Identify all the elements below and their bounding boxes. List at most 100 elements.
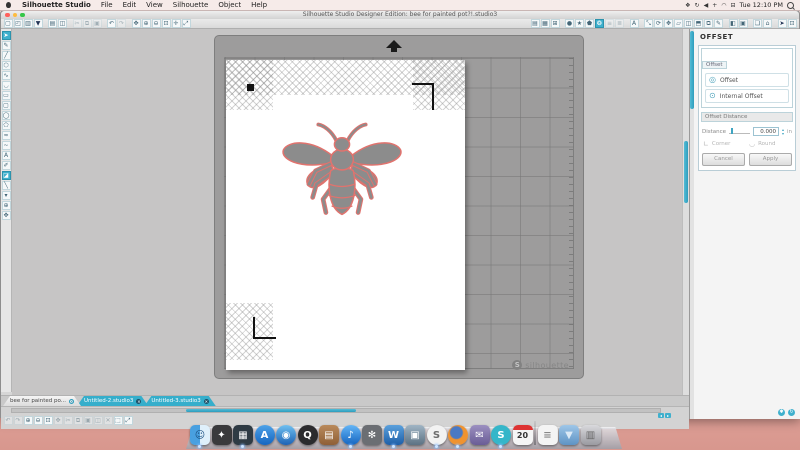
dock-firefox-icon[interactable] (448, 425, 468, 448)
arc-tool-icon[interactable]: ◡ (1, 81, 11, 90)
offset-icon[interactable]: ❂ (595, 19, 604, 28)
horizontal-scrollbar-thumb[interactable] (186, 409, 356, 412)
dock-mission-control-icon[interactable]: ▦ (233, 425, 253, 448)
menu-silhouette-studio[interactable]: Silhouette Studio (17, 1, 96, 9)
panel-scrollbar[interactable] (690, 29, 694, 419)
registration-marks-icon[interactable]: ⊞ (550, 19, 560, 28)
display-settings-icon[interactable]: ⊡ (787, 19, 797, 28)
menu-edit[interactable]: Edit (118, 1, 142, 9)
knife-tool-icon[interactable]: ╲ (1, 181, 11, 190)
vertical-scrollbar[interactable] (682, 29, 689, 406)
move-icon[interactable]: ✥ (664, 19, 673, 28)
bee-design[interactable] (271, 116, 413, 239)
dock-contacts-icon[interactable]: ▤ (319, 425, 339, 445)
distance-stepper[interactable]: ▴ ▾ (782, 127, 784, 136)
dock-trash-icon[interactable]: ▥ (580, 425, 601, 445)
wifi-menulet-icon[interactable]: ◠ (721, 2, 726, 9)
dock-downloads-folder-icon[interactable]: ▼ (559, 425, 579, 445)
dock-finder-icon[interactable]: ☺ (190, 425, 210, 448)
menu-clock[interactable]: Tue 12:10 PM (740, 1, 784, 9)
dock-launchpad-icon[interactable]: ✦ (211, 425, 232, 445)
edit-points-tool-icon[interactable]: ✎ (1, 41, 11, 50)
panel-settings-icon[interactable]: ✱ (778, 409, 785, 416)
text-style-icon[interactable]: A (629, 19, 639, 28)
horizontal-scrollbar[interactable] (11, 408, 661, 413)
tab-bee-document[interactable]: bee for painted po... ✕ (3, 396, 81, 406)
library-panel-icon[interactable]: ❏ (753, 19, 762, 28)
dock-app-store-icon[interactable]: A (254, 425, 275, 445)
smooth-freehand-tool-icon[interactable]: ~ (1, 141, 11, 150)
design-canvas[interactable]: S silhouette (12, 29, 682, 395)
dock-divider[interactable] (534, 421, 536, 445)
pan-tool-icon[interactable]: ✥ (1, 211, 11, 220)
drag-icon[interactable]: ✥ (131, 19, 141, 28)
pick-color-tool-icon[interactable]: ▾ (1, 191, 11, 200)
distance-slider[interactable] (729, 128, 750, 135)
menu-help[interactable]: Help (246, 1, 272, 9)
dock-calendar-icon[interactable]: 20 (512, 425, 533, 445)
line-color-icon[interactable]: ★ (575, 19, 584, 28)
object-on-path-icon[interactable]: ✎ (714, 19, 723, 28)
sketch-pens-icon[interactable]: ⬟ (585, 19, 594, 28)
note-tool-icon[interactable]: ✐ (1, 161, 11, 170)
fit-to-page-icon[interactable]: ⤢ (181, 19, 191, 28)
weld-icon[interactable]: ◫ (684, 19, 693, 28)
dock-itunes-icon[interactable]: ♪ (340, 425, 361, 448)
rotate-icon[interactable]: ⟳ (654, 19, 663, 28)
panel-scrollbar-thumb[interactable] (690, 31, 694, 109)
panel-refresh-icon[interactable]: ↻ (788, 409, 795, 416)
volume-menulet-icon[interactable]: ◀ (704, 2, 709, 9)
paste-icon[interactable]: ▣ (92, 19, 102, 28)
zoom-out-icon[interactable]: ⊖ (151, 19, 161, 28)
shadow-icon[interactable]: ≡ (605, 19, 614, 28)
rounded-rectangle-tool-icon[interactable]: ▢ (1, 101, 11, 110)
apple-menu-icon[interactable] (6, 2, 11, 8)
offset-option[interactable]: ◎ Offset (705, 73, 789, 87)
cut-icon[interactable]: ✂ (72, 19, 82, 28)
dock-word-icon[interactable]: W (383, 425, 404, 448)
replicate-icon[interactable]: ⧉ (704, 19, 713, 28)
vertical-scrollbar-thumb[interactable] (684, 141, 688, 203)
apply-button[interactable]: Apply (749, 153, 792, 166)
internal-offset-option[interactable]: ⊙ Internal Offset (705, 89, 789, 103)
new-document-icon[interactable]: ▢ (3, 19, 13, 28)
shear-icon[interactable]: ▱ (674, 19, 683, 28)
text-tool-icon[interactable]: A (1, 151, 11, 160)
menu-silhouette[interactable]: Silhouette (168, 1, 214, 9)
menu-object[interactable]: Object (213, 1, 246, 9)
zoom-tool-icon[interactable]: ⊕ (1, 201, 11, 210)
print-icon[interactable]: ▤ (48, 19, 57, 28)
save-icon[interactable]: ▼ (33, 19, 43, 28)
cutting-mat-icon[interactable]: ▦ (540, 19, 550, 28)
undo-icon[interactable]: ↶ (107, 19, 116, 28)
close-tab-icon[interactable]: ✕ (204, 399, 209, 404)
tab-untitled-3[interactable]: Untitled-3.studio3 ✕ (144, 396, 215, 406)
copy-icon[interactable]: ⧉ (82, 19, 92, 28)
distance-slider-handle[interactable] (731, 128, 733, 134)
spotlight-icon[interactable] (787, 1, 794, 9)
document-page[interactable] (226, 60, 465, 370)
trace-icon[interactable]: ◧ (728, 19, 738, 28)
close-tab-icon[interactable]: ✕ (69, 399, 74, 404)
corner-option[interactable]: ∟ Corner (703, 140, 745, 148)
plus-menulet-icon[interactable]: + (712, 2, 717, 9)
tab-untitled-2[interactable]: Untitled-2.studio3 ✕ (77, 396, 148, 406)
sync-menulet-icon[interactable]: ↻ (695, 2, 700, 9)
curve-tool-icon[interactable]: ∿ (1, 71, 11, 80)
dock-system-preferences-icon[interactable]: ✻ (362, 425, 382, 445)
fill-color-icon[interactable]: ● (565, 19, 574, 28)
redo-icon[interactable]: ↷ (117, 19, 126, 28)
display-menulet-icon[interactable]: ⊟ (730, 2, 735, 9)
store-panel-icon[interactable]: ⌂ (763, 19, 772, 28)
open-library-icon[interactable]: ▥ (23, 19, 33, 28)
dock-document-icon[interactable]: ≡ (537, 425, 558, 445)
print-preview-icon[interactable]: ◫ (58, 19, 67, 28)
eraser-tool-icon[interactable]: ◪ (1, 171, 11, 180)
regular-polygon-tool-icon[interactable]: ⬠ (1, 121, 11, 130)
distance-input[interactable]: 0.000 (752, 127, 779, 136)
round-option[interactable]: ◡ Round (749, 140, 791, 148)
dock-mail-icon[interactable]: ✉ (469, 425, 490, 445)
close-tab-icon[interactable]: ✕ (136, 399, 141, 404)
dock-silhouette-connect-icon[interactable]: S (491, 425, 511, 448)
select-tool-icon[interactable]: ➤ (1, 31, 11, 40)
